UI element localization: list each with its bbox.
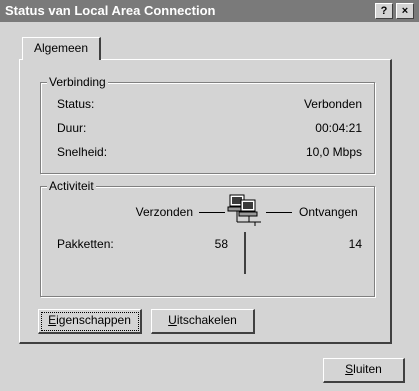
close-button[interactable]: Sluiten — [323, 358, 405, 383]
title-bar: Status van Local Area Connection ? × — [0, 0, 419, 22]
help-button[interactable]: ? — [375, 3, 393, 19]
window-title: Status van Local Area Connection — [5, 3, 216, 18]
properties-label: igenschappen — [56, 313, 131, 327]
packets-sent: 58 — [214, 237, 228, 251]
disable-label: itschakelen — [176, 313, 237, 327]
packets-received: 14 — [348, 237, 362, 251]
tab-label: Algemeen — [33, 41, 89, 55]
sent-line — [199, 212, 225, 213]
duration-label: Duur: — [57, 121, 87, 135]
received-line — [266, 212, 292, 213]
close-icon: × — [401, 5, 409, 17]
properties-mnemonic: E — [48, 313, 57, 327]
connection-legend: Verbinding — [47, 75, 108, 89]
status-label: Status: — [57, 97, 95, 111]
speed-label: Snelheid: — [57, 145, 108, 159]
help-icon: ? — [380, 5, 388, 17]
received-label: Ontvangen — [299, 205, 358, 219]
tab-algemeen[interactable]: Algemeen — [22, 37, 101, 60]
duration-value: 00:04:21 — [315, 121, 362, 135]
close-window-button[interactable]: × — [396, 3, 414, 19]
properties-button[interactable]: Eigenschappen — [38, 309, 142, 334]
close-mnemonic: S — [345, 362, 354, 376]
activity-legend: Activiteit — [47, 179, 96, 193]
packets-label: Pakketten: — [57, 237, 114, 251]
activity-divider — [244, 232, 246, 274]
disable-button[interactable]: Uitschakelen — [151, 309, 255, 334]
close-label: luiten — [353, 362, 382, 376]
disable-mnemonic: U — [168, 313, 177, 327]
speed-value: 10,0 Mbps — [305, 145, 362, 159]
sent-label: Verzonden — [135, 205, 193, 219]
status-value: Verbonden — [303, 97, 362, 111]
network-computers-icon — [227, 194, 261, 226]
